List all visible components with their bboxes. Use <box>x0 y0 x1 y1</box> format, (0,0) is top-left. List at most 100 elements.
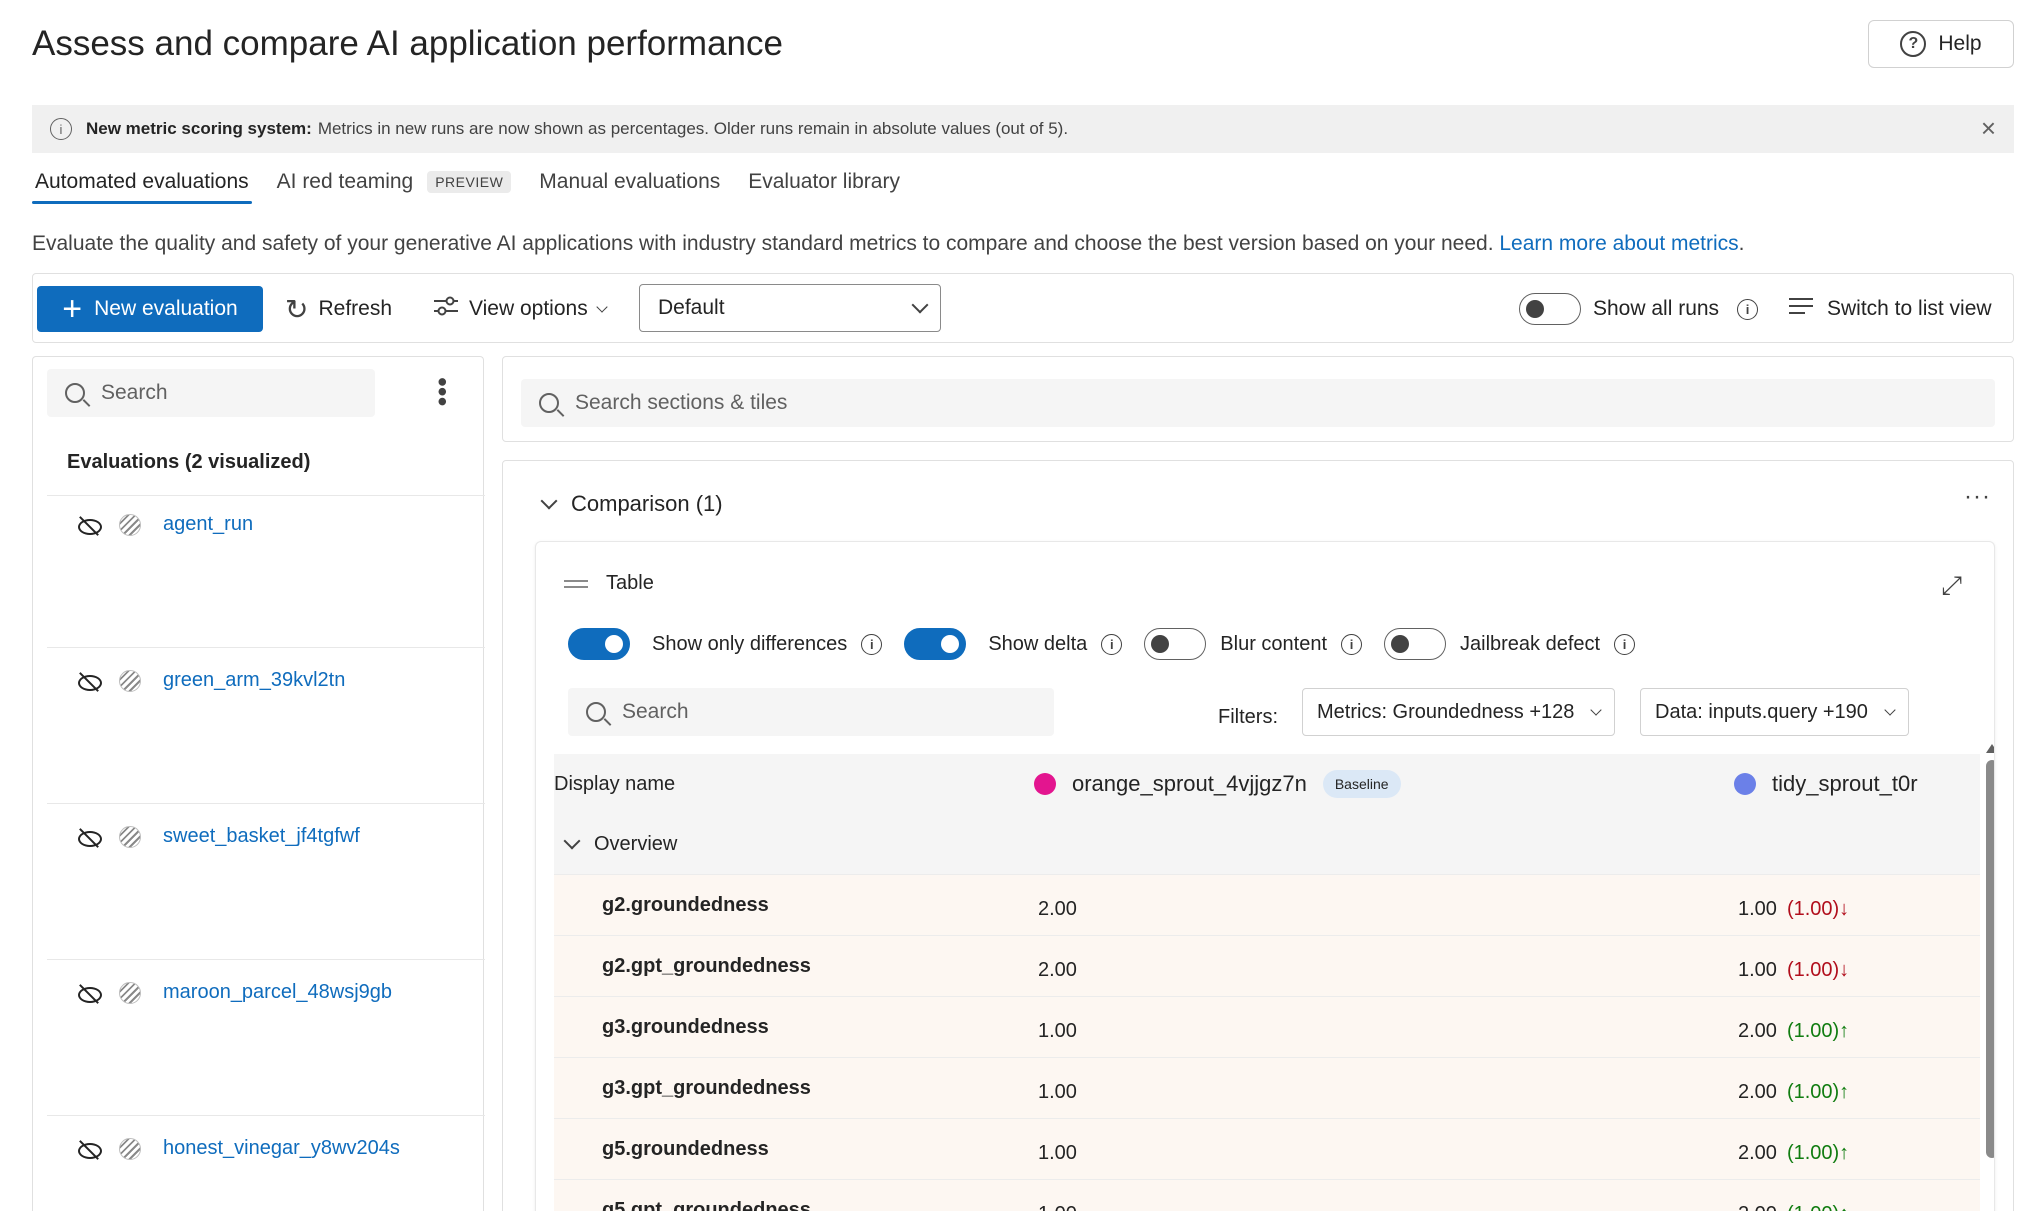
delta-value: (1.00)↑ <box>1787 1203 1849 1211</box>
metric-name: g5.gpt_groundedness <box>602 1198 811 1211</box>
jailbreak-defect-toggle[interactable] <box>1384 628 1447 660</box>
metric-name: g2.groundedness <box>602 893 769 916</box>
table-row[interactable]: g3.gpt_groundedness 1.00 2.00 (1.00)↑ <box>554 1058 1980 1119</box>
run2-value-cell: 1.00 (1.00)↓ <box>1738 879 1849 939</box>
divider <box>47 495 485 496</box>
show-all-runs-toggle[interactable] <box>1519 293 1581 325</box>
table-row[interactable]: g2.groundedness 2.00 1.00 (1.00)↓ <box>554 875 1980 936</box>
table-toggles: Show only differences i Show delta i Blu… <box>568 628 1657 660</box>
more-vertical-icon[interactable]: ••• <box>427 377 458 406</box>
run1-value: 1.00 <box>1038 1019 1077 1042</box>
tab-ai-red-teaming[interactable]: AI red teaming PREVIEW <box>274 168 515 204</box>
evaluations-search-input[interactable]: Search <box>47 369 375 417</box>
learn-more-link[interactable]: Learn more about metrics <box>1499 232 1738 255</box>
tab-bar: Automated evaluations AI red teaming PREV… <box>32 168 925 204</box>
metric-name: g5.groundedness <box>602 1137 769 1160</box>
tab-manual-evaluations[interactable]: Manual evaluations <box>536 168 723 204</box>
eye-off-icon[interactable] <box>77 673 102 691</box>
run1-value: 2.00 <box>1038 958 1077 981</box>
sections-search-input[interactable]: Search sections & tiles <box>521 379 1995 427</box>
banner-text: Metrics in new runs are now shown as per… <box>317 119 1069 138</box>
color-swatch-icon <box>119 981 141 1004</box>
table-row[interactable]: g5.gpt_groundedness 1.00 2.00 (1.00)↑ <box>554 1180 1980 1211</box>
run-color-dot <box>1734 773 1756 795</box>
info-icon[interactable]: i <box>1737 298 1759 320</box>
expand-icon[interactable]: ⤢ <box>1941 570 1962 602</box>
info-icon: i <box>50 118 72 140</box>
table-row[interactable]: g2.gpt_groundedness 2.00 1.00 (1.00)↓ <box>554 936 1980 997</box>
drag-handle-icon[interactable] <box>564 579 588 588</box>
page-title: Assess and compare AI application perfor… <box>32 24 783 63</box>
run2-value-cell: 2.00 (1.00)↑ <box>1738 1062 1849 1122</box>
new-evaluation-button[interactable]: + New evaluation <box>37 286 263 332</box>
run2-value: 1.00 <box>1738 897 1777 920</box>
list-item[interactable]: honest_vinegar_y8wv204s <box>77 1137 400 1160</box>
run2-value: 2.00 <box>1738 1019 1777 1042</box>
eye-off-icon[interactable] <box>77 985 102 1003</box>
plus-icon: + <box>62 290 83 328</box>
color-swatch-icon <box>119 669 141 692</box>
chevron-down-icon <box>1590 704 1603 716</box>
search-icon <box>65 383 85 403</box>
banner-bold: New metric scoring system: <box>86 119 312 138</box>
info-banner: i New metric scoring system: Metrics in … <box>32 105 2014 153</box>
info-icon[interactable]: i <box>1341 633 1363 655</box>
close-icon[interactable]: × <box>1981 115 1996 141</box>
run2-value-cell: 2.00 (1.00)↑ <box>1738 1123 1849 1183</box>
delta-value: (1.00)↑ <box>1786 1080 1850 1103</box>
group-row-overview[interactable]: Overview <box>554 814 1980 875</box>
vertical-scrollbar[interactable] <box>1986 760 1994 1158</box>
eye-off-icon[interactable] <box>77 829 102 847</box>
metrics-filter-dropdown[interactable]: Metrics: Groundedness +128 <box>1302 688 1616 736</box>
show-delta-toggle[interactable] <box>904 628 967 660</box>
tab-evaluator-library[interactable]: Evaluator library <box>745 168 903 204</box>
table-row[interactable]: g5.groundedness 1.00 2.00 (1.00)↑ <box>554 1119 1980 1180</box>
help-label: Help <box>1938 32 1982 55</box>
view-options-button[interactable]: View options <box>433 286 608 332</box>
evaluations-header: Evaluations (2 visualized) <box>67 451 311 473</box>
delta-value: (1.00)↑ <box>1786 1019 1850 1042</box>
comparison-header[interactable]: Comparison (1) <box>540 491 723 517</box>
info-icon[interactable]: i <box>1101 633 1123 655</box>
eye-off-icon[interactable] <box>77 1141 102 1159</box>
run1-value: 2.00 <box>1038 897 1077 920</box>
run2-value: 2.00 <box>1738 1203 1777 1211</box>
run1-value: 1.00 <box>1038 1141 1077 1164</box>
metric-name: g3.groundedness <box>602 1015 769 1038</box>
column-header-run1[interactable]: orange_sprout_4vjjgz7n Baseline <box>1034 754 1401 814</box>
metric-name: g2.gpt_groundedness <box>602 954 811 977</box>
list-item[interactable]: maroon_parcel_48wsj9gb <box>77 981 392 1004</box>
page-description: Evaluate the quality and safety of your … <box>32 232 1745 255</box>
table-search-input[interactable]: Search <box>568 688 1054 736</box>
eye-off-icon[interactable] <box>77 517 102 535</box>
run1-value: 1.00 <box>1038 1080 1077 1103</box>
refresh-button[interactable]: ↻ Refresh <box>285 286 392 332</box>
sections-search-container: Search sections & tiles <box>502 356 2014 442</box>
help-button[interactable]: ? Help <box>1868 20 2014 68</box>
list-item[interactable]: agent_run <box>77 513 253 536</box>
list-item[interactable]: green_arm_39kvl2tn <box>77 669 345 692</box>
switch-to-list-view-button[interactable]: Switch to list view <box>1789 286 1992 332</box>
table-row[interactable]: g3.groundedness 1.00 2.00 (1.00)↑ <box>554 997 1980 1058</box>
preview-badge: PREVIEW <box>427 171 512 193</box>
info-icon[interactable]: i <box>861 633 883 655</box>
list-icon <box>1789 296 1813 322</box>
blur-content-toggle[interactable] <box>1144 628 1207 660</box>
run2-value: 1.00 <box>1738 958 1777 981</box>
search-icon <box>586 702 606 722</box>
list-item[interactable]: sweet_basket_jf4tgfwf <box>77 825 360 848</box>
run1-value: 1.00 <box>1038 1184 1077 1211</box>
chevron-down-icon <box>596 301 608 313</box>
scroll-up-arrow-icon[interactable] <box>1986 744 1994 753</box>
color-swatch-icon <box>119 825 141 848</box>
filters-label: Filters: <box>1218 706 1278 728</box>
run-color-dot <box>1034 773 1056 795</box>
show-only-differences-toggle[interactable] <box>568 628 630 660</box>
data-filter-dropdown[interactable]: Data: inputs.query +190 <box>1640 688 1909 736</box>
info-icon[interactable]: i <box>1614 633 1636 655</box>
column-header-run2[interactable]: tidy_sprout_t0r <box>1734 754 1980 814</box>
tab-automated-evaluations[interactable]: Automated evaluations <box>32 168 252 204</box>
column-header-display-name[interactable]: Display name <box>554 754 675 814</box>
more-horizontal-icon[interactable]: ··· <box>1964 483 1991 511</box>
view-select[interactable]: Default <box>639 284 941 332</box>
